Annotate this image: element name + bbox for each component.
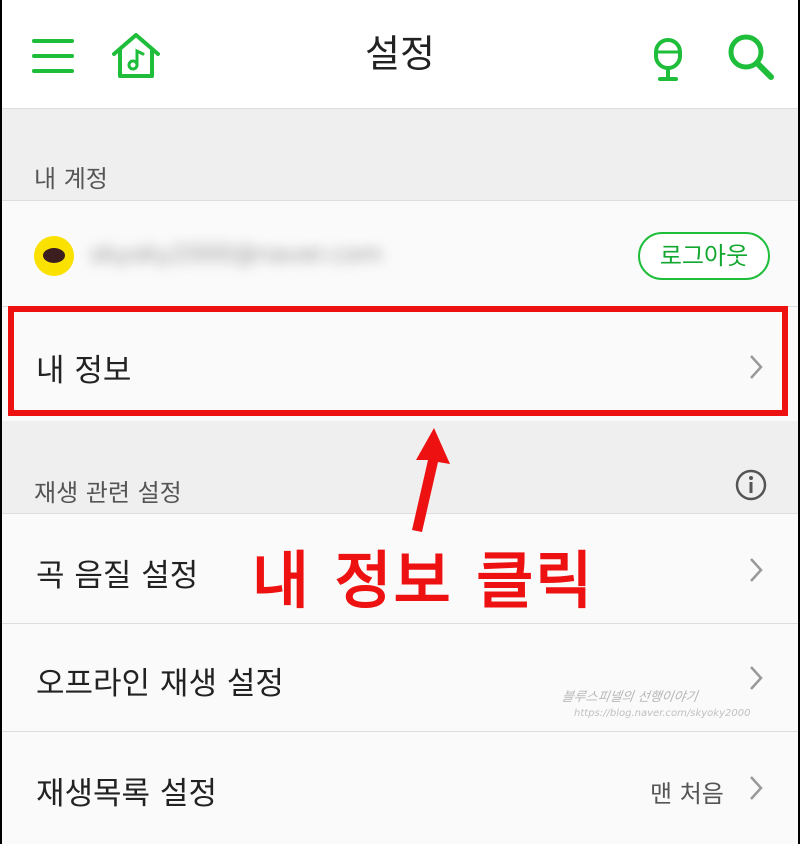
highlight-box (8, 306, 788, 416)
playback-section-title: 재생 관련 설정 (34, 479, 182, 507)
annotation-text: 내 정보 클릭 (252, 544, 595, 617)
info-icon[interactable] (734, 468, 768, 502)
top-app-bar: 설정 (2, 0, 798, 109)
chevron-right-icon (750, 558, 763, 582)
account-section-header: 내 계정 (2, 109, 798, 200)
chevron-right-icon (750, 666, 763, 690)
kakao-talk-icon (34, 236, 74, 276)
playlist-settings-row[interactable]: 재생목록 설정 맨 처음 (2, 731, 798, 844)
search-icon[interactable] (726, 32, 776, 82)
logout-button[interactable]: 로그아웃 (638, 232, 770, 280)
watermark-title: 블루스피넬의 선행이야기 (560, 690, 699, 705)
microphone-icon[interactable] (644, 32, 692, 82)
account-email: skyoky2000@naver.com (90, 240, 383, 268)
playlist-settings-value: 맨 처음 (650, 780, 724, 808)
account-section-title: 내 계정 (34, 165, 108, 193)
offline-playback-label: 오프라인 재생 설정 (36, 666, 284, 702)
watermark-url: https://blog.naver.com/skyoky2000 (574, 708, 751, 719)
chevron-right-icon (750, 776, 763, 800)
annotation-arrow-icon (412, 428, 450, 532)
playlist-settings-label: 재생목록 설정 (36, 776, 217, 812)
audio-quality-label: 곡 음질 설정 (36, 558, 199, 594)
settings-screen: 설정 내 계정 skyoky2000@naver.com 로그아웃 내 정보 재… (2, 0, 798, 844)
